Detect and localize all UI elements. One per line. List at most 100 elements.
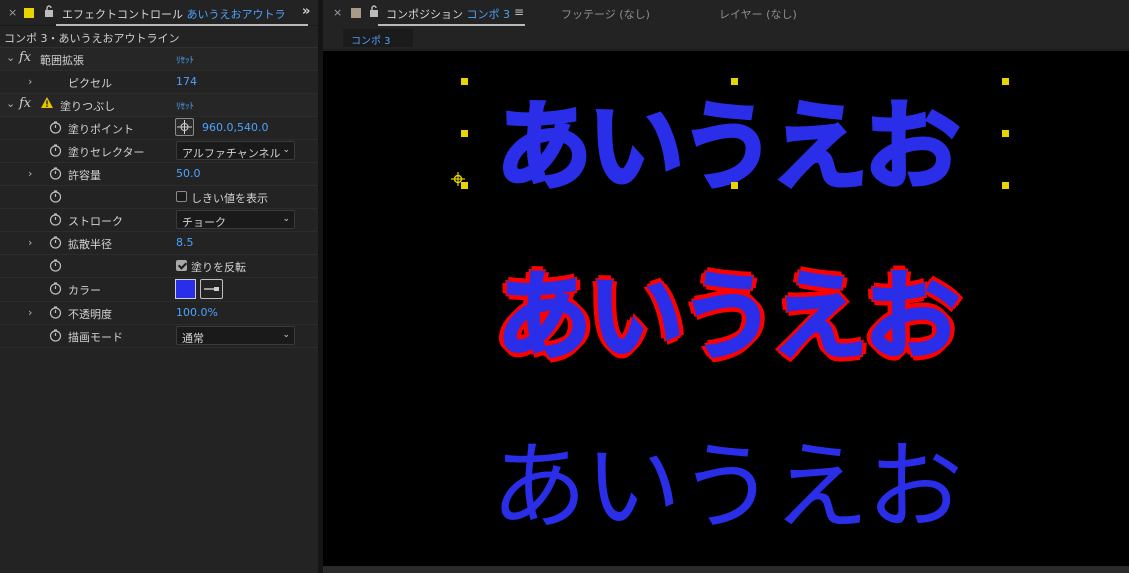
anchor-point-icon[interactable] <box>451 172 465 186</box>
transform-handle[interactable] <box>731 78 738 85</box>
invert-fill-checkbox[interactable] <box>176 260 187 271</box>
menu-icon[interactable]: ≡ <box>514 5 524 19</box>
eyedropper-icon <box>204 287 219 291</box>
close-icon[interactable]: × <box>333 6 342 19</box>
chevron-down-icon[interactable]: ⌄ <box>6 51 15 64</box>
warning-icon <box>41 97 53 108</box>
stopwatch-icon[interactable] <box>49 329 62 342</box>
effect-controls-header: × エフェクトコントロール あいうえおアウトラ » <box>0 0 318 26</box>
transform-handle[interactable] <box>1002 78 1009 85</box>
reset-link[interactable]: ﾘｾｯﾄ <box>176 53 194 66</box>
checkbox-label: 塗りを反転 <box>191 261 246 274</box>
fx-icon[interactable]: fx <box>19 50 31 65</box>
effect-name: 範囲拡張 <box>40 54 84 67</box>
tab-label: コンポジション <box>386 8 463 21</box>
crosshair-icon <box>177 120 192 134</box>
param-value[interactable]: 8.5 <box>176 236 194 249</box>
stopwatch-icon[interactable] <box>49 167 62 180</box>
stopwatch-icon[interactable] <box>49 259 62 272</box>
color-swatch[interactable] <box>175 279 196 299</box>
composition-header: × コンポジション コンポ 3 ≡ フッテージ (なし) レイヤー (なし) <box>323 0 1129 26</box>
param-row-show-threshold: しきい値を表示 <box>0 186 318 209</box>
chevron-down-icon: ⌄ <box>282 145 290 155</box>
eyedropper-button[interactable] <box>200 279 223 299</box>
tab-comp-name: コンポ 3 <box>466 8 511 21</box>
param-label: 許容量 <box>68 169 101 182</box>
fx-icon[interactable]: fx <box>19 96 31 111</box>
stroke-dropdown[interactable]: チョーク ⌄ <box>176 210 295 229</box>
viewer-footer <box>323 566 1129 573</box>
stopwatch-icon[interactable] <box>49 144 62 157</box>
param-row-invert-fill: 塗りを反転 <box>0 255 318 278</box>
param-label: 不透明度 <box>68 308 112 321</box>
text-layer-regular[interactable]: あいうえお <box>323 409 1129 548</box>
param-label: 塗りポイント <box>68 123 134 136</box>
stopwatch-icon[interactable] <box>49 306 62 319</box>
transform-handle[interactable] <box>1002 182 1009 189</box>
param-value[interactable]: 960.0,540.0 <box>202 121 268 134</box>
panel-color-label-icon <box>24 8 34 18</box>
param-row-opacity: › 不透明度 100.0% <box>0 302 318 325</box>
effect-name: 塗りつぶし <box>60 100 116 113</box>
transform-handle[interactable] <box>731 182 738 189</box>
more-tabs-icon[interactable]: » <box>302 4 310 19</box>
composition-breadcrumb-bar: コンポ 3 <box>323 26 1129 50</box>
crosshair-point-button[interactable] <box>175 118 194 136</box>
param-row-color: カラー <box>0 278 318 302</box>
stopwatch-icon[interactable] <box>49 121 62 134</box>
param-label: ストローク <box>68 215 123 228</box>
chevron-right-icon[interactable]: › <box>28 167 32 180</box>
chevron-right-icon[interactable]: › <box>28 236 32 249</box>
reset-link[interactable]: ﾘｾｯﾄ <box>176 99 194 112</box>
show-threshold-checkbox[interactable] <box>176 191 187 202</box>
stopwatch-icon[interactable] <box>49 282 62 295</box>
param-row-pixels: › ピクセル 174 <box>0 71 318 94</box>
breadcrumb-text: コンポ 3・あいうえおアウトライン <box>4 32 180 45</box>
param-row-tolerance: › 許容量 50.0 <box>0 163 318 186</box>
param-label: カラー <box>68 284 101 297</box>
lock-icon[interactable] <box>369 5 379 17</box>
param-row-stroke: ストローク チョーク ⌄ <box>0 209 318 232</box>
panel-color-label-icon <box>351 8 361 18</box>
chevron-down-icon: ⌄ <box>282 214 290 224</box>
fill-selector-dropdown[interactable]: アルファチャンネル ⌄ <box>176 141 295 160</box>
transform-handle[interactable] <box>461 78 468 85</box>
param-label: ピクセル <box>68 77 112 90</box>
effect-controls-tab[interactable]: エフェクトコントロール あいうえおアウトラ <box>62 6 286 22</box>
stopwatch-icon[interactable] <box>49 190 62 203</box>
chevron-down-icon: ⌄ <box>282 330 290 340</box>
tab-footage[interactable]: フッテージ (なし) <box>561 6 650 22</box>
comp-breadcrumb[interactable]: コンポ 3 <box>343 29 413 47</box>
chevron-down-icon[interactable]: ⌄ <box>6 97 15 110</box>
param-row-fill-point: 塗りポイント 960.0,540.0 <box>0 117 318 140</box>
dropdown-value: アルファチャンネル <box>182 147 281 160</box>
composition-viewer[interactable]: あいうえお あいうえお あいうえお <box>323 51 1129 566</box>
param-label: 拡散半径 <box>68 238 112 251</box>
param-row-fill-selector: 塗りセレクター アルファチャンネル ⌄ <box>0 140 318 163</box>
lock-icon[interactable] <box>44 5 54 17</box>
param-label: 描画モード <box>68 331 123 344</box>
stopwatch-icon[interactable] <box>49 213 62 226</box>
effect-controls-panel: × エフェクトコントロール あいうえおアウトラ » コンポ 3・あいうえおアウト… <box>0 0 318 573</box>
transform-handle[interactable] <box>461 130 468 137</box>
close-icon[interactable]: × <box>8 6 17 19</box>
param-value[interactable]: 100.0% <box>176 306 218 319</box>
transform-handle[interactable] <box>1002 130 1009 137</box>
chevron-right-icon[interactable]: › <box>28 75 32 88</box>
effect-row-range-expand[interactable]: ⌄ fx 範囲拡張 ﾘｾｯﾄ <box>0 48 318 71</box>
param-value[interactable]: 50.0 <box>176 167 201 180</box>
comp-breadcrumb-label: コンポ 3 <box>351 36 391 47</box>
chevron-right-icon[interactable]: › <box>28 306 32 319</box>
stopwatch-icon[interactable] <box>49 236 62 249</box>
param-value[interactable]: 174 <box>176 75 197 88</box>
param-row-blend-mode: 描画モード 通常 ⌄ <box>0 325 318 348</box>
tab-layer[interactable]: レイヤー (なし) <box>719 6 797 22</box>
blend-mode-dropdown[interactable]: 通常 ⌄ <box>176 326 295 345</box>
dropdown-value: チョーク <box>182 216 226 229</box>
effect-controls-layer-name: あいうえおアウトラ <box>186 8 286 21</box>
tab-composition[interactable]: コンポジション コンポ 3 <box>386 6 510 22</box>
text-layer-outline[interactable]: あいうえお <box>323 239 1129 378</box>
effect-row-fill[interactable]: ⌄ fx 塗りつぶし ﾘｾｯﾄ <box>0 94 318 117</box>
breadcrumb: コンポ 3・あいうえおアウトライン <box>0 26 318 48</box>
param-label: 塗りセレクター <box>68 146 145 159</box>
